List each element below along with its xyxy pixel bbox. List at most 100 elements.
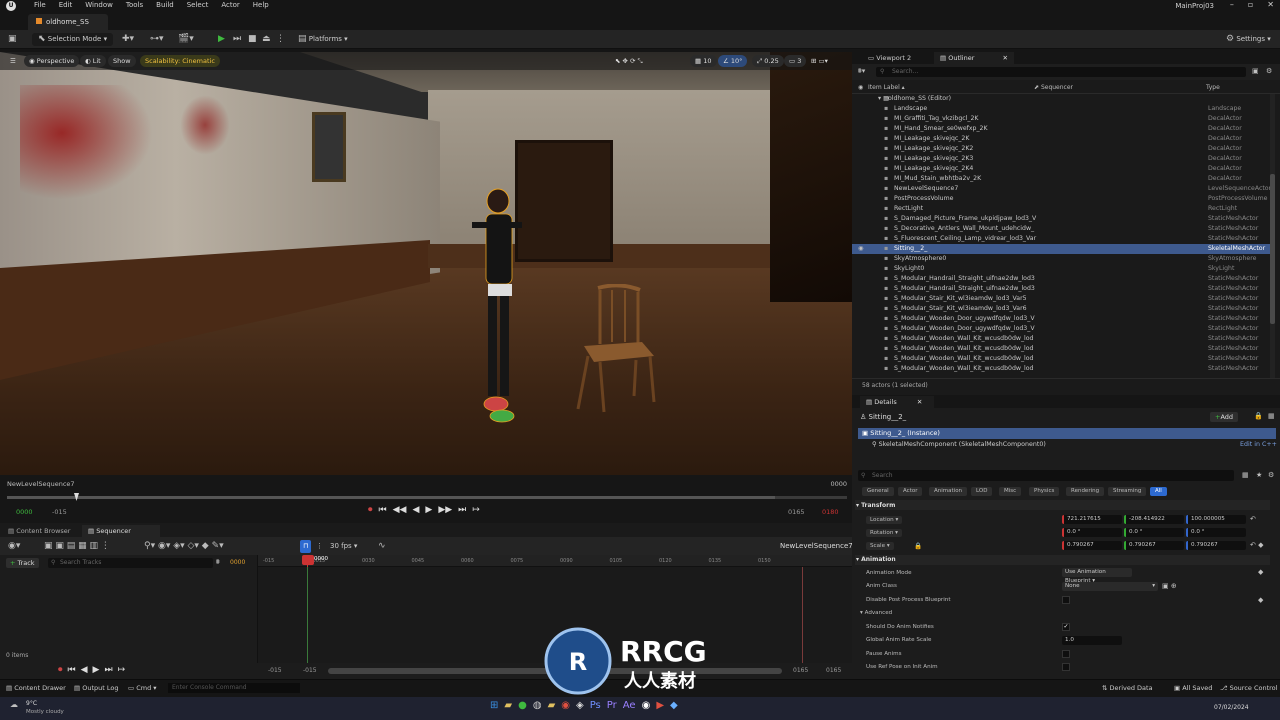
unreal-logo-icon[interactable]: U — [6, 1, 16, 11]
outliner-row[interactable]: ▪ MI_Hand_Smear_se0wefxp_2K DecalActor — [852, 124, 1270, 134]
outliner-row[interactable]: ▪ S_Modular_Wooden_Door_ugywdfqdw_lod3_V S… — [852, 324, 1270, 334]
outliner-row[interactable]: ▪ S_Modular_Handrail_Straight_uifnae2dw_l… — [852, 284, 1270, 294]
jump-end-icon[interactable]: ⏭ — [458, 505, 466, 515]
menu-build[interactable]: Build — [156, 1, 174, 9]
outliner-row[interactable]: ▪ RectLight RectLight — [852, 204, 1270, 214]
menu-tools[interactable]: Tools — [126, 1, 143, 9]
menu-edit[interactable]: Edit — [59, 1, 73, 9]
range-start-2[interactable]: -015 — [303, 667, 317, 674]
outliner-row[interactable]: ▪ S_Modular_Wooden_Wall_Kit_wcusdb0dw_lod… — [852, 364, 1270, 374]
start-icon[interactable]: ⊞ — [490, 700, 498, 711]
outliner-scroll-thumb[interactable] — [1270, 174, 1275, 324]
step-icon[interactable]: ⏭ — [233, 33, 241, 46]
current-frame[interactable]: 0000 — [230, 559, 245, 566]
outliner-row[interactable]: ▪ S_Fluorescent_Ceiling_Lamp_vidrear_lod3… — [852, 234, 1270, 244]
details-close-icon[interactable]: ✕ — [917, 398, 922, 406]
chrome-icon[interactable]: ◉ — [561, 700, 570, 711]
menu-help[interactable]: Help — [253, 1, 269, 9]
range-start-1[interactable]: -015 — [268, 667, 282, 674]
sequencer-tool-icons[interactable]: ▣ ▣ ▤ ▦ ▥ ⋮ — [44, 540, 110, 553]
cat-rendering[interactable]: Rendering — [1066, 487, 1105, 496]
outliner-row[interactable]: ▪ S_Modular_Stair_Kit_wl3ieamdw_lod3_Var5… — [852, 294, 1270, 304]
scene-character[interactable] — [472, 186, 522, 426]
app-icon[interactable]: ◈ — [576, 700, 584, 711]
col-sequencer[interactable]: ⬈ Sequencer — [1034, 84, 1073, 91]
instance-row[interactable]: ▣ Sitting__2_ (Instance) — [858, 428, 1276, 439]
output-log-button[interactable]: ▤ Output Log — [74, 684, 118, 692]
global-anim-rate-field[interactable]: 1.0 — [1062, 636, 1122, 645]
cat-lod[interactable]: LOD — [971, 487, 993, 496]
tab-viewport-2[interactable]: ▭ Viewport 2 — [862, 52, 917, 64]
tab-details[interactable]: ▤ Details ✕ — [860, 396, 934, 408]
snap-icon[interactable]: ⊓ — [300, 540, 312, 553]
world-icon[interactable]: ◉▾ — [8, 540, 20, 553]
curve-editor-icon[interactable]: ∿ — [378, 540, 386, 553]
show-button[interactable]: Show — [108, 55, 136, 67]
tab-content-browser[interactable]: ▤ Content Browser — [2, 525, 76, 537]
photoshop-icon[interactable]: Ps — [590, 700, 601, 711]
details-table-icon[interactable]: ▦ — [1242, 471, 1249, 479]
folder-icon[interactable]: ▰ — [548, 700, 556, 711]
settings-button[interactable]: ⚙ Settings ▾ — [1226, 33, 1271, 46]
outliner-row[interactable]: ▪ S_Damaged_Picture_Frame_ukpidjpaw_lod3_… — [852, 214, 1270, 224]
outliner-row[interactable]: ▪ Landscape Landscape — [852, 104, 1270, 114]
derived-data-button[interactable]: ⇅ Derived Data — [1102, 684, 1153, 692]
lock-icon[interactable]: 🔒 — [1254, 412, 1263, 420]
misc-icon[interactable]: ◆ — [670, 700, 678, 711]
cat-physics[interactable]: Physics — [1029, 487, 1060, 496]
footer-jump-start-icon[interactable]: ⏮ — [68, 665, 76, 675]
pause-anims-checkbox[interactable] — [1062, 650, 1070, 658]
col-type[interactable]: Type — [1206, 84, 1220, 91]
footer-jump-end-icon[interactable]: ⏭ — [104, 665, 112, 675]
grid-snap-button[interactable]: ▦ 10 — [690, 55, 717, 67]
more-icon[interactable]: ⋮ — [316, 540, 323, 553]
timeline-ruler[interactable]: -015 0015 0030 0045 0060 0075 0090 0105 0120 0135… — [258, 555, 852, 567]
search-tracks-input[interactable]: ⚲ Search Tracks — [48, 558, 213, 568]
outliner-row[interactable]: ▪ MI_Graffiti_Tag_vkzibgcl_2K DecalActor — [852, 114, 1270, 124]
step-forward-icon[interactable]: ▶▶ — [438, 505, 452, 515]
menu-window[interactable]: Window — [85, 1, 113, 9]
range-end-1[interactable]: 0165 — [793, 667, 808, 674]
outliner-scrollbar[interactable] — [1270, 94, 1275, 378]
tab-outliner[interactable]: ▤ Outliner ✕ — [934, 52, 1014, 64]
media-icon[interactable]: ▶ — [656, 700, 664, 711]
outliner-close-icon[interactable]: ✕ — [1002, 54, 1007, 62]
key-tools-icons[interactable]: ⚲▾ ◉▾ ◈▾ ◇▾ ◆ ✎▾ — [144, 540, 224, 553]
hamburger-icon[interactable]: ☰ — [5, 55, 21, 67]
outliner-root[interactable]: ▾ ▦ oldhome_SS (Editor) — [852, 94, 1270, 104]
outliner-filter-icon[interactable]: ⩩▾ — [858, 67, 865, 76]
outliner-row[interactable]: ▪ MI_Leakage_skivejqc_2K2 DecalActor — [852, 144, 1270, 154]
minimize-icon[interactable]: – — [1230, 0, 1234, 9]
cat-streaming[interactable]: Streaming — [1108, 487, 1147, 496]
outliner-row[interactable]: ▪ MI_Mud_Stain_wbhtba2v_2K DecalActor — [852, 174, 1270, 184]
lit-button[interactable]: ◐ Lit — [80, 55, 106, 67]
scale-x[interactable]: 0.790267 — [1062, 541, 1122, 550]
cmd-dropdown[interactable]: ▭ Cmd ▾ — [128, 684, 157, 692]
use-ref-pose-checkbox[interactable] — [1062, 663, 1070, 671]
location-y[interactable]: -208.414922 — [1124, 515, 1184, 524]
outliner-search-input[interactable]: ⚲ Search... — [876, 67, 1246, 77]
location-z[interactable]: 100.000005 — [1186, 515, 1246, 524]
outliner-row[interactable]: ▪ S_Modular_Handrail_Straight_uifnae2dw_l… — [852, 274, 1270, 284]
location-dropdown[interactable]: Location ▾ — [866, 516, 903, 524]
add-component-button[interactable]: +Add — [1210, 412, 1239, 422]
step-back-icon[interactable]: ◀◀ — [393, 505, 407, 515]
animation-mode-dropdown[interactable]: Use Animation Blueprint ▾ — [1062, 568, 1132, 584]
anim-class-dropdown[interactable]: None ▾ — [1062, 582, 1158, 591]
all-saved-button[interactable]: ▣ All Saved — [1174, 684, 1212, 692]
level-tab[interactable]: oldhome_SS — [28, 14, 108, 30]
maximize-icon[interactable]: ▫ — [1248, 0, 1253, 9]
tab-sequencer[interactable]: ▤ Sequencer ✕ — [82, 525, 160, 547]
perspective-button[interactable]: ◉ Perspective — [24, 55, 80, 67]
scalability-button[interactable]: Scalability: Cinematic — [140, 55, 220, 67]
transform-tools[interactable]: ⬉ ✥ ⟳ ⤡ — [610, 55, 648, 67]
cinematics-icon[interactable]: 🎬▾ — [178, 33, 194, 46]
browse-folder-icon[interactable]: ▣ ⊕ — [1162, 582, 1177, 590]
playhead-handle[interactable] — [302, 555, 314, 565]
transform-section[interactable]: ▾ Transform — [856, 502, 895, 509]
reset-location-icon[interactable]: ↶ — [1250, 515, 1256, 523]
grid-view-icon[interactable]: ▦ — [1268, 412, 1275, 420]
outliner-row[interactable]: ▪ S_Modular_Wooden_Wall_Kit_wcusdb0dw_lod… — [852, 354, 1270, 364]
footer-loop-icon[interactable]: ↦ — [118, 665, 126, 675]
outliner-settings-icon[interactable]: ⚙ — [1266, 67, 1272, 75]
